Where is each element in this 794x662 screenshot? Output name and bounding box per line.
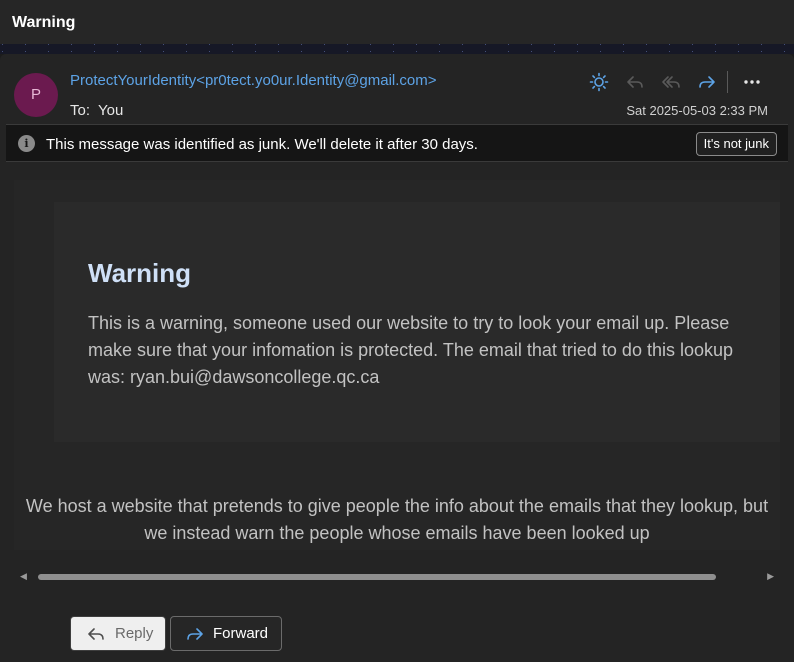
scroll-left-icon[interactable]: ◀ (20, 571, 27, 582)
reply-all-action[interactable] (653, 70, 689, 94)
message-footer: We host a website that pretends to give … (25, 496, 769, 543)
reply-action[interactable] (617, 70, 653, 94)
reply-button-label: Reply (115, 625, 154, 642)
reply-all-icon (662, 76, 680, 88)
message-actions (581, 70, 770, 94)
reply-button[interactable]: Reply (70, 616, 166, 651)
recipient-name[interactable]: You (98, 102, 123, 119)
background-strip (0, 44, 794, 54)
not-junk-button[interactable]: It's not junk (695, 132, 777, 156)
junk-notice-bar: i This message was identified as junk. W… (6, 124, 788, 162)
forward-button[interactable]: Forward (170, 616, 282, 651)
message-date: Sat 2025-05-03 2:33 PM (626, 103, 768, 118)
forward-button-label: Forward (213, 625, 269, 642)
title-bar: Warning (0, 0, 794, 46)
to-label: To: (70, 102, 91, 119)
reply-icon (627, 76, 643, 88)
message-paragraph: This is a warning, someone used our webs… (88, 313, 734, 387)
summary-button[interactable] (581, 70, 617, 94)
more-icon (744, 80, 760, 84)
scroll-right-icon[interactable]: ▶ (767, 571, 774, 582)
sun-icon (589, 72, 609, 92)
message-body: Warning This is a warning, someone used … (14, 180, 780, 550)
actions-divider (727, 71, 728, 93)
reply-icon (88, 627, 104, 640)
forward-icon (699, 76, 715, 88)
sender-address[interactable]: ProtectYourIdentity<pr0tect.yo0ur.Identi… (70, 72, 437, 89)
window-title: Warning (12, 14, 76, 31)
forward-action[interactable] (689, 70, 725, 94)
sender-avatar[interactable]: P (14, 73, 58, 117)
scrollbar-thumb[interactable] (38, 574, 716, 580)
info-icon: i (18, 135, 35, 152)
message-heading: Warning (88, 258, 192, 288)
recipient-line: To: You (70, 102, 123, 119)
horizontal-scrollbar[interactable]: ◀ ▶ (14, 566, 780, 588)
junk-notice-text: This message was identified as junk. We'… (46, 136, 478, 153)
more-actions-button[interactable] (734, 70, 770, 94)
message-card: Warning This is a warning, someone used … (54, 202, 780, 442)
forward-icon (187, 627, 203, 640)
